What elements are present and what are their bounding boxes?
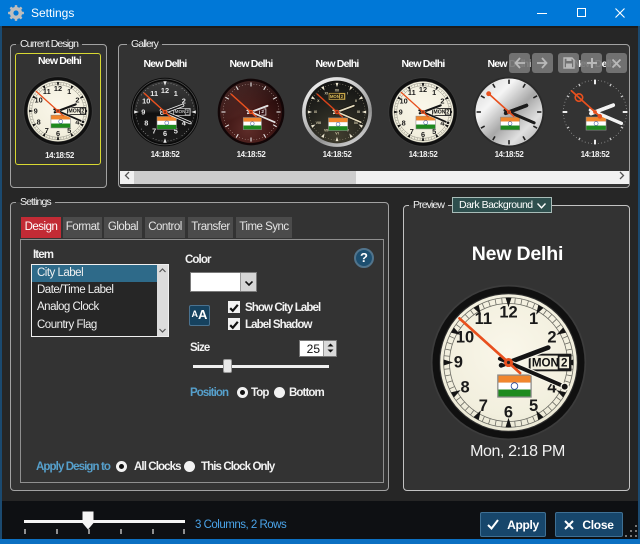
svg-text:2: 2 [446,109,449,115]
svg-text:12: 12 [499,303,517,321]
svg-text:9: 9 [454,354,463,372]
svg-text:11: 11 [475,310,492,328]
svg-text:9: 9 [34,107,38,116]
svg-text:7: 7 [479,397,488,415]
svg-text:2: 2 [261,109,264,115]
svg-text:7: 7 [410,127,414,136]
svg-text:1: 1 [432,88,436,97]
svg-text:6: 6 [163,129,167,138]
svg-text:9: 9 [399,108,403,117]
svg-text:11: 11 [408,88,416,97]
svg-text:2: 2 [186,109,189,115]
svg-text:2: 2 [81,108,84,114]
svg-text:7: 7 [45,126,49,135]
svg-text:1: 1 [529,310,538,328]
svg-text:III: III [357,110,360,114]
svg-text:9: 9 [141,108,145,117]
svg-text:12: 12 [161,86,169,95]
svg-text:6: 6 [421,130,425,139]
svg-text:I: I [347,91,348,95]
svg-text:MON: MON [68,108,80,114]
svg-text:11: 11 [43,87,51,96]
svg-text:MON: MON [330,94,340,99]
svg-text:MON: MON [532,357,559,370]
svg-text:VIII: VIII [316,121,321,125]
svg-text:6: 6 [504,404,513,422]
svg-text:XI: XI [324,91,327,95]
svg-text:8: 8 [460,379,469,397]
svg-text:2: 2 [561,357,567,370]
svg-text:IX: IX [314,110,318,114]
svg-text:8: 8 [402,119,406,128]
svg-text:11: 11 [150,89,158,98]
svg-text:II: II [355,99,357,103]
svg-text:XII: XII [335,88,339,92]
svg-text:MON: MON [175,109,187,115]
svg-text:6: 6 [56,129,60,138]
svg-text:7: 7 [152,126,156,135]
svg-text:MON: MON [433,109,445,115]
svg-text:5: 5 [529,397,538,415]
svg-text:1: 1 [67,87,71,96]
svg-text:VI: VI [335,132,338,136]
svg-text:2: 2 [547,328,556,346]
svg-text:8: 8 [144,118,148,127]
svg-text:8: 8 [37,118,41,127]
svg-text:12: 12 [54,84,62,93]
svg-text:VII: VII [324,129,328,133]
svg-text:10: 10 [456,328,474,346]
svg-text:1: 1 [174,89,178,98]
svg-text:12: 12 [419,85,427,94]
